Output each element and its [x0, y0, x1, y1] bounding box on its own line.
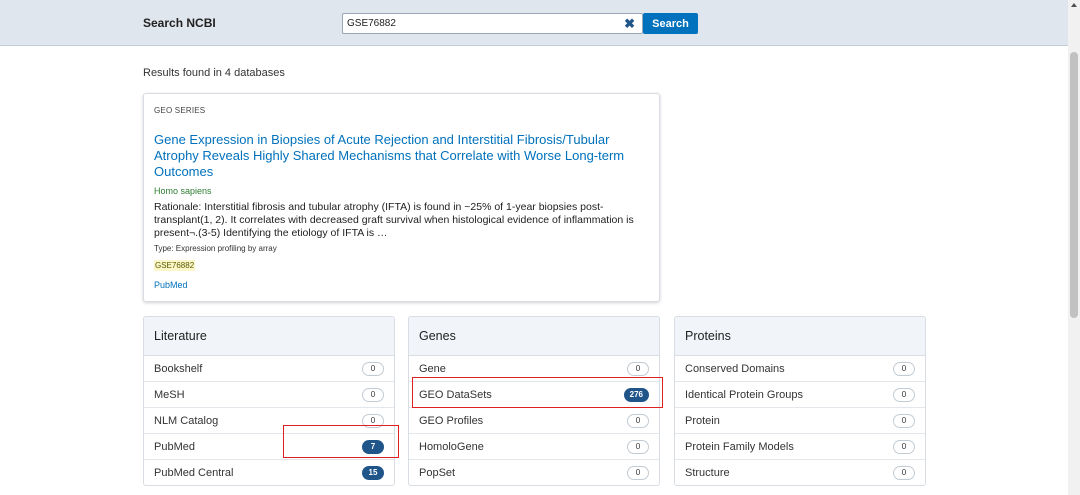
geo-db-label: GEO SERIES — [154, 106, 206, 115]
results-summary: Results found in 4 databases — [143, 67, 285, 79]
db-row-protein[interactable]: Protein 0 — [675, 408, 925, 434]
db-name[interactable]: PubMed Central — [154, 467, 234, 479]
db-count-badge: 0 — [627, 414, 649, 428]
ncbi-search-page: Search NCBI ✖ Search Results found in 4 … — [0, 0, 1080, 495]
db-row-identical-protein-groups[interactable]: Identical Protein Groups 0 — [675, 382, 925, 408]
pubmed-link[interactable]: PubMed — [154, 280, 188, 290]
db-count-badge[interactable]: 276 — [623, 388, 649, 402]
geo-series-card: GEO SERIES Gene Expression in Biopsies o… — [143, 93, 660, 302]
scrollbar[interactable] — [1068, 0, 1080, 495]
db-row-mesh[interactable]: MeSH 0 — [144, 382, 394, 408]
db-name[interactable]: PopSet — [419, 467, 455, 479]
db-row-gene[interactable]: Gene 0 — [409, 356, 659, 382]
search-label: Search NCBI — [143, 16, 216, 30]
db-name[interactable]: Identical Protein Groups — [685, 389, 803, 401]
series-type: Type: Expression profiling by array — [154, 244, 277, 253]
scroll-thumb[interactable] — [1070, 52, 1078, 318]
panel-title: Genes — [409, 317, 659, 356]
db-count-badge: 0 — [627, 466, 649, 480]
geo-series-title[interactable]: Gene Expression in Biopsies of Acute Rej… — [154, 132, 644, 180]
db-row-nlm-catalog[interactable]: NLM Catalog 0 — [144, 408, 394, 434]
db-name[interactable]: GEO Profiles — [419, 415, 483, 427]
db-name[interactable]: Conserved Domains — [685, 363, 785, 375]
organism-label: Homo sapiens — [154, 186, 212, 196]
proteins-panel: Proteins Conserved Domains 0 Identical Pr… — [674, 316, 926, 486]
db-count-badge[interactable]: 15 — [362, 466, 384, 480]
search-field[interactable]: ✖ — [342, 13, 643, 34]
db-name[interactable]: Protein Family Models — [685, 441, 794, 453]
db-count-badge: 0 — [362, 388, 384, 402]
db-name[interactable]: Protein — [685, 415, 720, 427]
db-name[interactable]: Gene — [419, 363, 446, 375]
db-count-badge: 0 — [893, 466, 915, 480]
db-row-protein-family-models[interactable]: Protein Family Models 0 — [675, 434, 925, 460]
panel-title: Literature — [144, 317, 394, 356]
accession-badge: GSE76882 — [154, 260, 196, 271]
db-count-badge: 0 — [893, 440, 915, 454]
panel-title: Proteins — [675, 317, 925, 356]
db-row-pubmed[interactable]: PubMed 7 — [144, 434, 394, 460]
db-name[interactable]: HomoloGene — [419, 441, 484, 453]
search-header: Search NCBI ✖ Search — [0, 0, 1068, 46]
db-name[interactable]: Bookshelf — [154, 363, 202, 375]
genes-panel: Genes Gene 0 GEO DataSets 276 GEO Profiles… — [408, 316, 660, 486]
db-row-popset[interactable]: PopSet 0 — [409, 460, 659, 485]
db-count-badge: 0 — [627, 362, 649, 376]
search-input[interactable] — [347, 18, 607, 29]
clear-icon[interactable]: ✖ — [624, 17, 635, 30]
db-row-structure[interactable]: Structure 0 — [675, 460, 925, 485]
db-row-bookshelf[interactable]: Bookshelf 0 — [144, 356, 394, 382]
db-name[interactable]: NLM Catalog — [154, 415, 218, 427]
db-count-badge[interactable]: 7 — [362, 440, 384, 454]
db-row-pubmed-central[interactable]: PubMed Central 15 — [144, 460, 394, 485]
literature-panel: Literature Bookshelf 0 MeSH 0 NLM Catalog 0… — [143, 316, 395, 486]
db-count-badge: 0 — [893, 414, 915, 428]
db-name[interactable]: PubMed — [154, 441, 195, 453]
db-row-geo-datasets[interactable]: GEO DataSets 276 — [409, 382, 659, 408]
db-count-badge: 0 — [893, 362, 915, 376]
scroll-up-arrow-icon[interactable] — [1071, 3, 1077, 7]
series-summary: Rationale: Interstitial fibrosis and tub… — [154, 201, 634, 239]
db-row-homologene[interactable]: HomoloGene 0 — [409, 434, 659, 460]
db-count-badge: 0 — [362, 362, 384, 376]
db-count-badge: 0 — [627, 440, 649, 454]
db-row-geo-profiles[interactable]: GEO Profiles 0 — [409, 408, 659, 434]
db-name[interactable]: GEO DataSets — [419, 389, 492, 401]
db-count-badge: 0 — [893, 388, 915, 402]
db-name[interactable]: Structure — [685, 467, 730, 479]
search-button[interactable]: Search — [643, 13, 698, 34]
db-count-badge: 0 — [362, 414, 384, 428]
db-row-conserved-domains[interactable]: Conserved Domains 0 — [675, 356, 925, 382]
db-name[interactable]: MeSH — [154, 389, 185, 401]
